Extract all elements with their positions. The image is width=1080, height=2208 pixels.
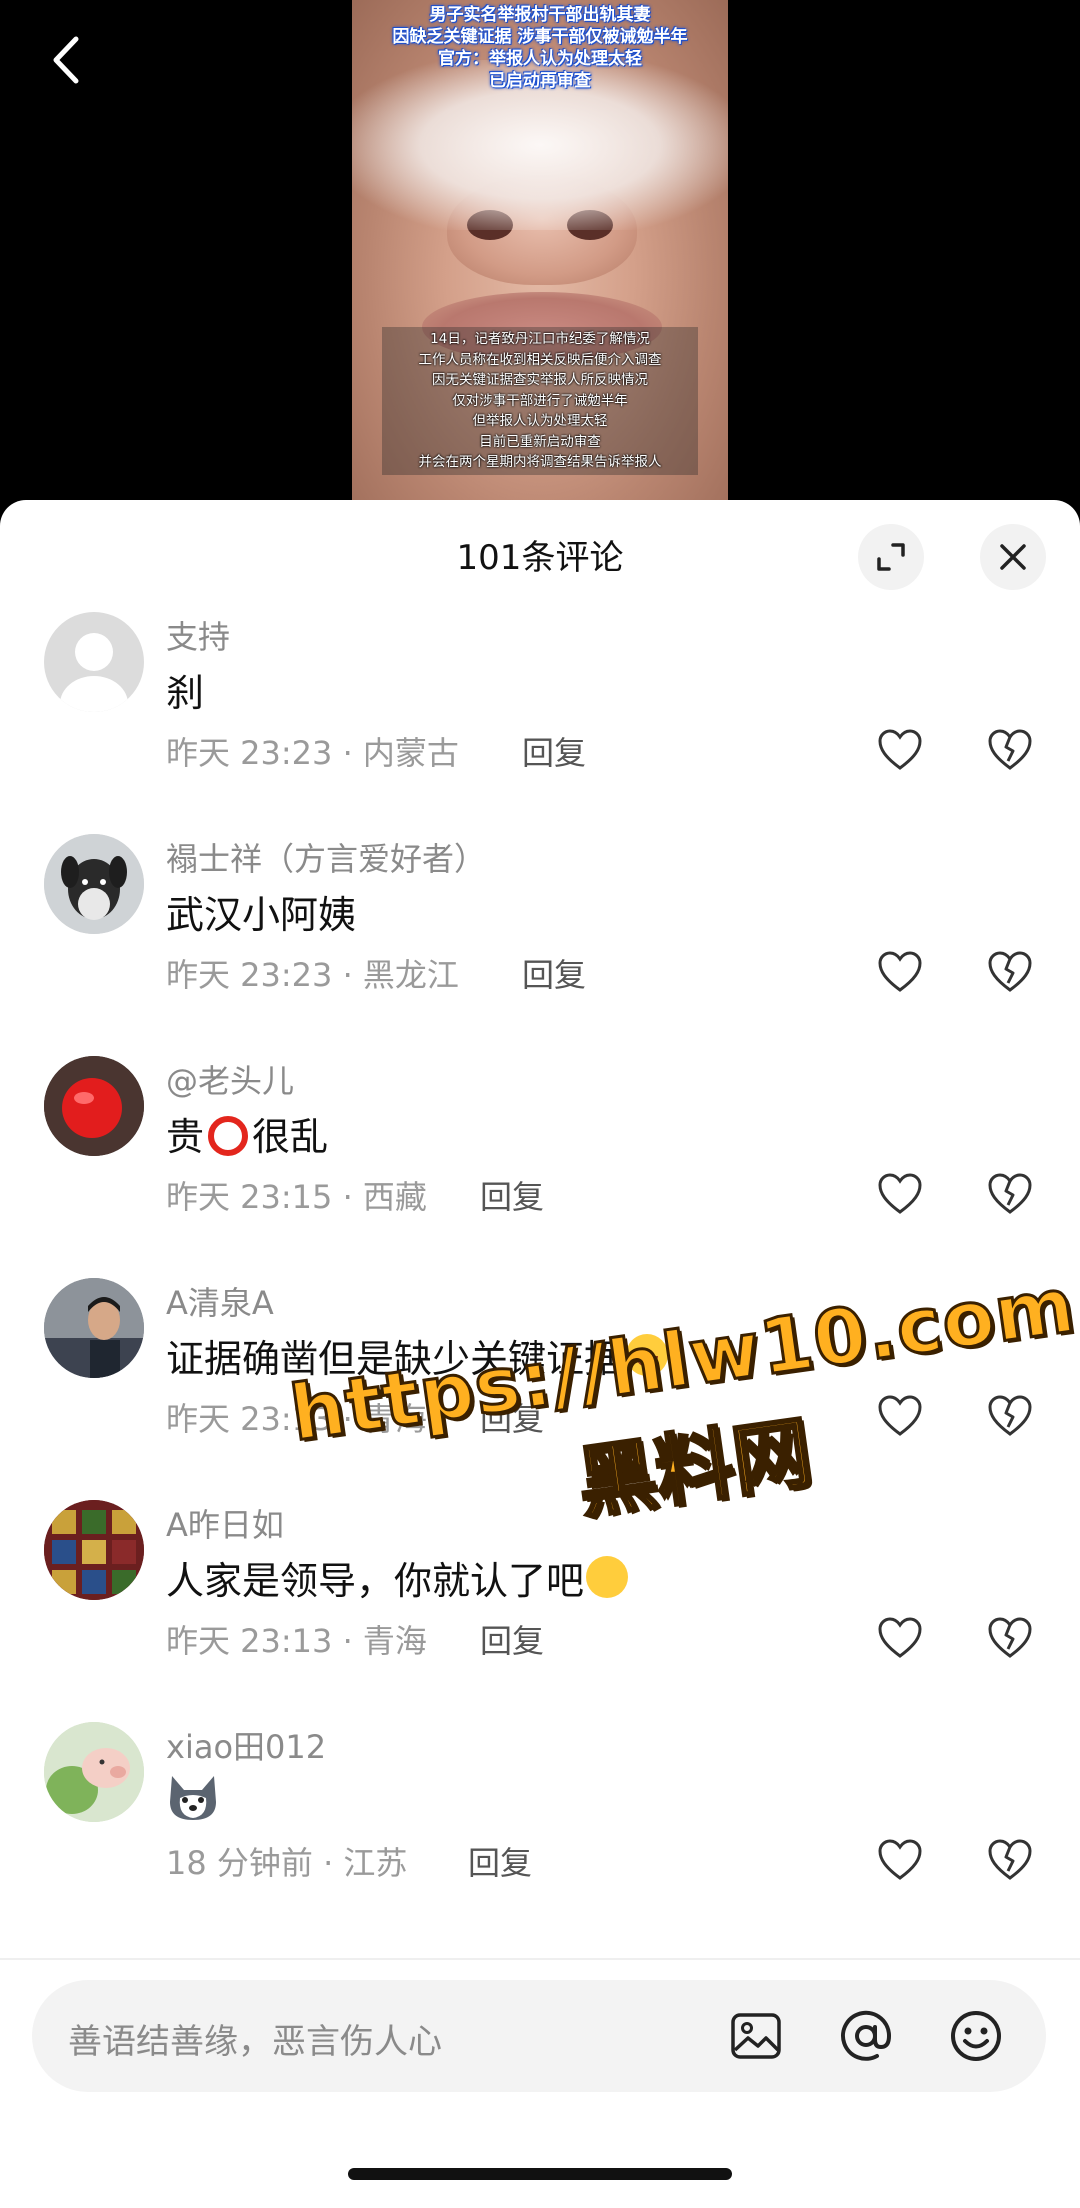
- home-indicator[interactable]: [348, 2168, 732, 2180]
- comment-input-placeholder: 善语结善缘，恶言伤人心: [68, 2022, 442, 2062]
- heart-icon: [878, 1173, 922, 1214]
- caption-line: 并会在两个星期内将调查结果告诉举报人: [418, 454, 662, 470]
- comment-text: 刹: [166, 671, 205, 715]
- image-button[interactable]: [726, 2006, 786, 2066]
- expand-icon: [877, 543, 905, 571]
- dislike-button[interactable]: [982, 1166, 1038, 1222]
- divider: [0, 1958, 1080, 1960]
- husky-emoji-icon: [166, 1772, 220, 1822]
- comment-meta: 18 分钟前 · 江苏: [166, 1844, 408, 1882]
- broken-heart-icon: [988, 1839, 1032, 1880]
- broken-heart-icon: [988, 951, 1032, 992]
- video-headline: 男子实名举报村干部出轨其妻 因缺乏关键证据 涉事干部仅被诫勉半年 官方：举报人认…: [352, 4, 728, 92]
- comment-author[interactable]: 褟士祥（方言爱好者）: [166, 834, 486, 880]
- like-button[interactable]: [872, 1166, 928, 1222]
- comment-item: 支持 刹 昨天 23:23 · 内蒙古 回复: [0, 612, 1080, 812]
- caption-line: 但举报人认为处理太轻: [472, 413, 608, 429]
- avatar[interactable]: [44, 1500, 144, 1600]
- comment-text: [166, 1772, 220, 1831]
- avatar[interactable]: [44, 1056, 144, 1156]
- default-user-icon: [60, 633, 128, 712]
- comment-item: @老头儿 贵 很乱 昨天 23:15 · 西藏 回复: [0, 1056, 1080, 1256]
- like-button[interactable]: [872, 1610, 928, 1666]
- headline-line: 官方：举报人认为处理太轻: [438, 49, 642, 69]
- comment-author[interactable]: @老头儿: [166, 1056, 294, 1102]
- emoji-button[interactable]: [946, 2006, 1006, 2066]
- like-button[interactable]: [872, 944, 928, 1000]
- video-player[interactable]: 男子实名举报村干部出轨其妻 因缺乏关键证据 涉事干部仅被诫勉半年 官方：举报人认…: [0, 0, 1080, 520]
- comment-author[interactable]: A清泉A: [166, 1278, 274, 1324]
- comment-text-part: 很乱: [252, 1115, 329, 1159]
- avatar[interactable]: [44, 834, 144, 934]
- heart-icon: [878, 1617, 922, 1658]
- reply-button[interactable]: 回复: [480, 1172, 544, 1218]
- comment-item: 褟士祥（方言爱好者） 武汉小阿姨 昨天 23:23 · 黑龙江 回复: [0, 834, 1080, 1034]
- comment-meta: 昨天 23:23 · 内蒙古: [166, 734, 459, 772]
- expand-button[interactable]: [858, 524, 924, 590]
- caption-line: 目前已重新启动审查: [479, 433, 601, 450]
- back-button[interactable]: [40, 30, 90, 90]
- piglet-photo-icon: [44, 1722, 144, 1822]
- red-circle-emoji-icon: [208, 1116, 249, 1156]
- heart-icon: [878, 951, 922, 992]
- avatar[interactable]: [44, 1278, 144, 1378]
- mention-button[interactable]: [836, 2006, 896, 2066]
- dislike-button[interactable]: [982, 944, 1038, 1000]
- reply-button[interactable]: 回复: [522, 950, 586, 996]
- like-button[interactable]: [872, 722, 928, 778]
- collage-photo-icon: [44, 1500, 144, 1600]
- avatar[interactable]: [44, 1722, 144, 1822]
- comment-meta: 昨天 23:23 · 黑龙江: [166, 956, 459, 994]
- dislike-button[interactable]: [982, 1832, 1038, 1888]
- at-icon: [841, 2010, 892, 2061]
- caption-line: 因无关键证据查实举报人所反映情况: [432, 372, 648, 388]
- headline-line: 因缺乏关键证据 涉事干部仅被诫勉半年: [392, 27, 688, 47]
- comment-text: 贵 很乱: [166, 1106, 328, 1161]
- heart-icon: [878, 1839, 922, 1880]
- comment-author[interactable]: A昨日如: [166, 1500, 284, 1546]
- caption-line: 工作人员称在收到相关反映后便介入调查: [418, 351, 662, 368]
- reply-button[interactable]: 回复: [480, 1616, 544, 1662]
- avatar[interactable]: [44, 612, 144, 712]
- dislike-button[interactable]: [982, 1610, 1038, 1666]
- video-frame: 男子实名举报村干部出轨其妻 因缺乏关键证据 涉事干部仅被诫勉半年 官方：举报人认…: [352, 0, 728, 500]
- comment-author[interactable]: 支持: [166, 612, 230, 658]
- close-icon: [1000, 544, 1026, 570]
- dislike-button[interactable]: [982, 722, 1038, 778]
- comment-meta: 昨天 23:15 · 西藏: [166, 1178, 427, 1216]
- red-helmet-photo-icon: [44, 1056, 144, 1156]
- comment-item: xiao田012 18 分钟前 · 江苏 回复: [0, 1722, 1080, 1922]
- reply-button[interactable]: 回复: [468, 1838, 532, 1884]
- video-caption: 14日，记者致丹江口市纪委了解情况 工作人员称在收到相关反映后便介入调查 因无关…: [382, 327, 698, 475]
- smiley-icon: [951, 2011, 1001, 2061]
- comment-author[interactable]: xiao田012: [166, 1722, 326, 1768]
- comment-text-part: 贵: [166, 1115, 205, 1159]
- comment-meta: 昨天 23:13 · 青海: [166, 1622, 427, 1660]
- broken-heart-icon: [988, 729, 1032, 770]
- comment-text: 武汉小阿姨: [166, 893, 357, 937]
- headline-line: 已启动再审查: [489, 71, 591, 91]
- comment-input[interactable]: 善语结善缘，恶言伤人心: [32, 1980, 1046, 2092]
- reply-button[interactable]: 回复: [522, 728, 586, 774]
- chevron-left-icon: [53, 36, 79, 84]
- like-button[interactable]: [872, 1832, 928, 1888]
- dog-photo-icon: [44, 834, 144, 934]
- heart-icon: [878, 729, 922, 770]
- person-photo-icon: [44, 1278, 144, 1378]
- caption-line: 14日，记者致丹江口市纪委了解情况: [430, 331, 650, 347]
- image-icon: [731, 2013, 781, 2059]
- caption-line: 仅对涉事干部进行了诫勉半年: [452, 392, 628, 409]
- broken-heart-icon: [988, 1617, 1032, 1658]
- headline-line: 男子实名举报村干部出轨其妻: [429, 5, 651, 25]
- broken-heart-icon: [988, 1173, 1032, 1214]
- close-button[interactable]: [980, 524, 1046, 590]
